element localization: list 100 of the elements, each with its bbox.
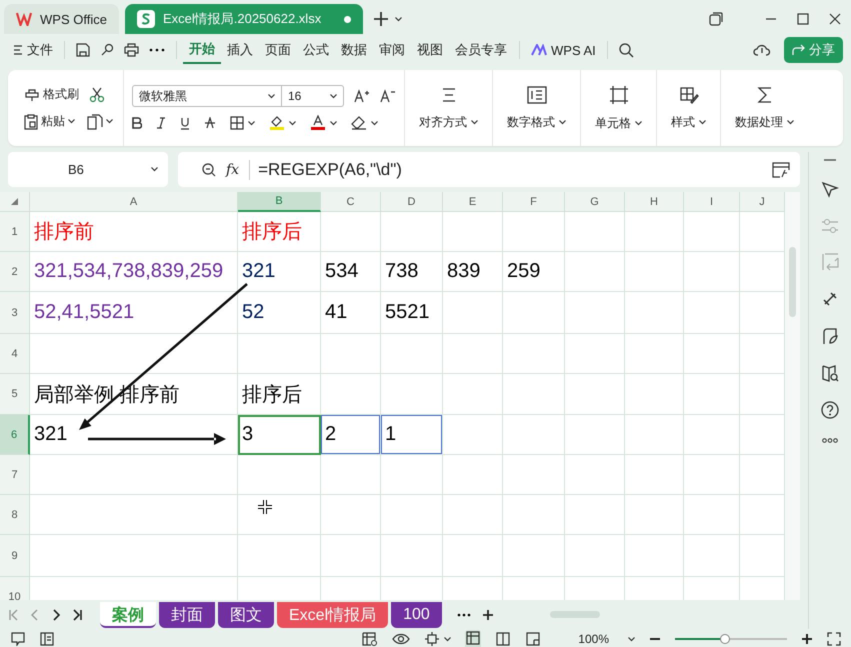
help-icon[interactable]	[821, 401, 839, 419]
share-button[interactable]: 分享	[784, 37, 843, 63]
collapse-icon[interactable]	[823, 158, 837, 162]
normal-view-icon[interactable]	[465, 630, 482, 646]
book-search-icon[interactable]	[821, 364, 839, 382]
row-header[interactable]: 8	[0, 495, 30, 535]
column-header[interactable]: G	[565, 192, 625, 212]
ribbon-group-button[interactable]: 样式	[657, 70, 721, 146]
column-header[interactable]: I	[684, 192, 740, 212]
menu-tab[interactable]: 开始	[183, 36, 221, 64]
row-header[interactable]: 5	[0, 374, 30, 415]
insert-function-icon[interactable]	[772, 162, 790, 178]
row-header[interactable]: 6	[0, 415, 30, 455]
eye-icon[interactable]	[392, 633, 410, 645]
ribbon-group-button[interactable]: 数字格式	[493, 70, 581, 146]
close-icon[interactable]	[829, 13, 841, 25]
row-header[interactable]: 1	[0, 212, 30, 252]
column-header[interactable]: H	[625, 192, 684, 212]
plus-icon[interactable]	[372, 11, 389, 27]
sliders-icon[interactable]	[821, 218, 839, 234]
sheet-tab[interactable]: 封面	[159, 602, 215, 628]
zoom-slider[interactable]	[675, 632, 787, 646]
borders-icon[interactable]	[230, 116, 244, 130]
slider-thumb[interactable]	[720, 634, 730, 644]
eraser-icon[interactable]	[351, 116, 367, 130]
table-settings-icon[interactable]	[362, 632, 378, 646]
font-dropdown[interactable]: 微软雅黑	[132, 85, 282, 107]
column-header[interactable]: C	[321, 192, 381, 212]
menu-tab[interactable]: 插入	[221, 37, 259, 63]
more-icon[interactable]	[456, 612, 471, 616]
add-sheet-icon[interactable]	[482, 608, 494, 620]
leaf-card-icon[interactable]	[821, 327, 839, 345]
menu-tab[interactable]: 数据	[335, 37, 373, 63]
shrink-font-icon[interactable]	[380, 89, 396, 103]
column-header[interactable]: E	[443, 192, 503, 212]
scissors-icon[interactable]	[89, 86, 105, 102]
sheet-tab[interactable]: 案例	[100, 602, 156, 628]
page-layout-icon[interactable]	[495, 631, 512, 647]
row-header[interactable]: 4	[0, 334, 30, 374]
row-header[interactable]: 7	[0, 455, 30, 495]
sheet-tab[interactable]: 图文	[218, 602, 274, 628]
formula-field[interactable]: fx =REGEXP(A6,"\d")	[178, 152, 800, 187]
format-painter-button[interactable]: 格式刷	[22, 85, 81, 104]
column-header[interactable]: B	[238, 192, 321, 212]
last-sheet-icon[interactable]	[71, 608, 83, 620]
font-color-icon[interactable]	[310, 115, 326, 131]
restore-tabs-icon[interactable]	[709, 12, 723, 26]
pointer-icon[interactable]	[821, 181, 839, 199]
outline-icon[interactable]	[40, 632, 54, 646]
menu-tab[interactable]: 公式	[297, 37, 335, 63]
bold-icon[interactable]	[132, 117, 142, 129]
zoom-out-icon[interactable]	[649, 637, 661, 641]
zoom-out-icon[interactable]	[202, 162, 216, 176]
zoom-level[interactable]: 100%	[573, 630, 614, 647]
underline-icon[interactable]	[180, 116, 190, 130]
vertical-scrollbar[interactable]	[785, 192, 800, 600]
cloud-icon[interactable]	[753, 43, 771, 57]
fullscreen-icon[interactable]	[827, 632, 841, 646]
column-header[interactable]: D	[381, 192, 443, 212]
paste-button[interactable]: 粘贴	[22, 112, 77, 131]
focus-icon[interactable]	[424, 631, 440, 647]
fill-color-icon[interactable]	[269, 115, 285, 131]
macro-icon[interactable]	[10, 632, 26, 646]
column-header[interactable]: J	[740, 192, 785, 212]
ribbon-group-button[interactable]: 对齐方式	[405, 70, 493, 146]
more-icon[interactable]	[149, 48, 165, 52]
menu-tab[interactable]: 会员专享	[449, 37, 513, 63]
grow-font-icon[interactable]	[354, 89, 370, 103]
save-icon[interactable]	[76, 43, 90, 57]
file-menu[interactable]: 文件	[8, 39, 58, 61]
ribbon-group-button[interactable]: 数据处理	[721, 70, 808, 146]
menu-tab[interactable]: 页面	[259, 37, 297, 63]
name-box[interactable]: B6	[8, 152, 168, 187]
page-break-icon[interactable]	[525, 631, 542, 647]
menu-tab[interactable]: 视图	[411, 37, 449, 63]
column-header[interactable]: A	[30, 192, 238, 212]
maximize-icon[interactable]	[797, 13, 809, 25]
sheet-tab[interactable]: Excel情报局	[277, 602, 388, 628]
print-icon[interactable]	[124, 43, 139, 57]
tools-icon[interactable]	[821, 290, 839, 308]
wps-ai-button[interactable]: WPS AI	[526, 40, 601, 60]
row-header[interactable]: 2	[0, 252, 30, 292]
column-header[interactable]: F	[503, 192, 565, 212]
font-size-dropdown[interactable]: 16	[282, 85, 344, 107]
function-button[interactable]: fx	[226, 162, 240, 178]
document-tab[interactable]: WPS Office	[4, 4, 119, 34]
row-header[interactable]: 9	[0, 535, 30, 577]
italic-icon[interactable]	[156, 117, 166, 129]
strikethrough-icon[interactable]	[204, 117, 216, 129]
select-all-icon[interactable]	[11, 198, 18, 205]
sheet-tab[interactable]: 100	[391, 602, 442, 628]
row-header[interactable]: 10	[0, 577, 30, 600]
menu-tab[interactable]: 审阅	[373, 37, 411, 63]
copy-button[interactable]	[85, 112, 115, 130]
search-icon[interactable]	[618, 42, 634, 58]
ribbon-group-button[interactable]: 单元格	[581, 70, 657, 146]
document-tab[interactable]: Excel情报局.20250622.xlsx	[124, 4, 363, 34]
row-header[interactable]: 3	[0, 292, 30, 334]
zoom-in-icon[interactable]	[801, 633, 813, 645]
more-icon[interactable]	[822, 438, 838, 443]
